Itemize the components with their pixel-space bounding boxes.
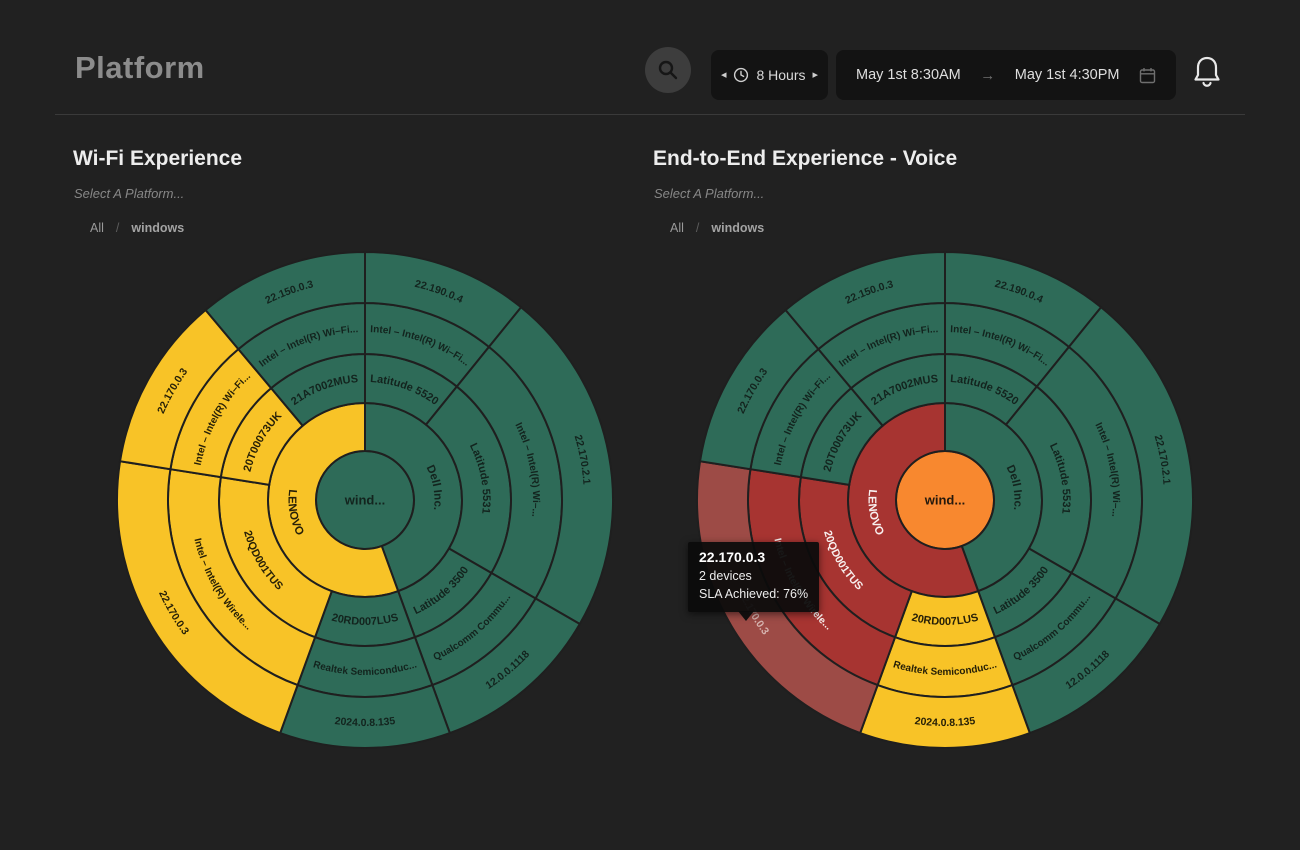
date-range-picker[interactable]: May 1st 8:30AM → May 1st 4:30PM: [836, 50, 1176, 100]
chevron-right-icon[interactable]: ▸: [813, 70, 819, 81]
chart-subtitle: Select A Platform...: [654, 186, 764, 201]
calendar-icon: [1139, 67, 1156, 84]
breadcrumb-current[interactable]: windows: [711, 221, 764, 235]
time-preset-selector[interactable]: ◂ 8 Hours ▸: [711, 50, 828, 100]
tooltip-devices: 2 devices: [699, 567, 808, 585]
voice-sunburst-chart: wind...Dell Inc.LENOVOLatitude 5520Latit…: [695, 250, 1195, 750]
sunburst-center-label: wind...: [344, 493, 385, 508]
tooltip-title: 22.170.0.3: [699, 549, 808, 565]
breadcrumb-separator: /: [696, 221, 699, 235]
bell-icon: [1190, 54, 1224, 92]
breadcrumb-root[interactable]: All: [90, 221, 104, 235]
tooltip-sla: SLA Achieved: 76%: [699, 585, 808, 603]
tooltip-arrow-icon: [738, 611, 754, 621]
breadcrumb-current[interactable]: windows: [131, 221, 184, 235]
sunburst-segment-label: 2024.0.8.135: [334, 715, 396, 729]
breadcrumb: All / windows: [670, 221, 764, 235]
search-icon: [657, 59, 679, 81]
date-range-end: May 1st 4:30PM: [1015, 67, 1120, 83]
breadcrumb: All / windows: [90, 221, 184, 235]
search-button[interactable]: [645, 47, 691, 93]
page-title: Platform: [75, 50, 205, 86]
notifications-button[interactable]: [1190, 54, 1224, 92]
header-divider: [55, 114, 1245, 115]
clock-icon: [733, 67, 749, 83]
chart-subtitle: Select A Platform...: [74, 186, 184, 201]
time-preset-label: 8 Hours: [756, 67, 805, 83]
chevron-left-icon[interactable]: ◂: [721, 70, 727, 81]
breadcrumb-separator: /: [116, 221, 119, 235]
sunburst-segment-label: 2024.0.8.135: [914, 715, 976, 729]
sunburst-center-label: wind...: [924, 493, 965, 508]
chart-title: End-to-End Experience - Voice: [653, 147, 957, 171]
wifi-sunburst-chart: wind...Dell Inc.LENOVOLatitude 5520Latit…: [115, 250, 615, 750]
chart-title: Wi-Fi Experience: [73, 147, 242, 171]
tooltip: 22.170.0.3 2 devices SLA Achieved: 76%: [688, 542, 819, 612]
arrow-right-icon: →: [980, 67, 995, 84]
breadcrumb-root[interactable]: All: [670, 221, 684, 235]
date-range-start: May 1st 8:30AM: [856, 67, 961, 83]
